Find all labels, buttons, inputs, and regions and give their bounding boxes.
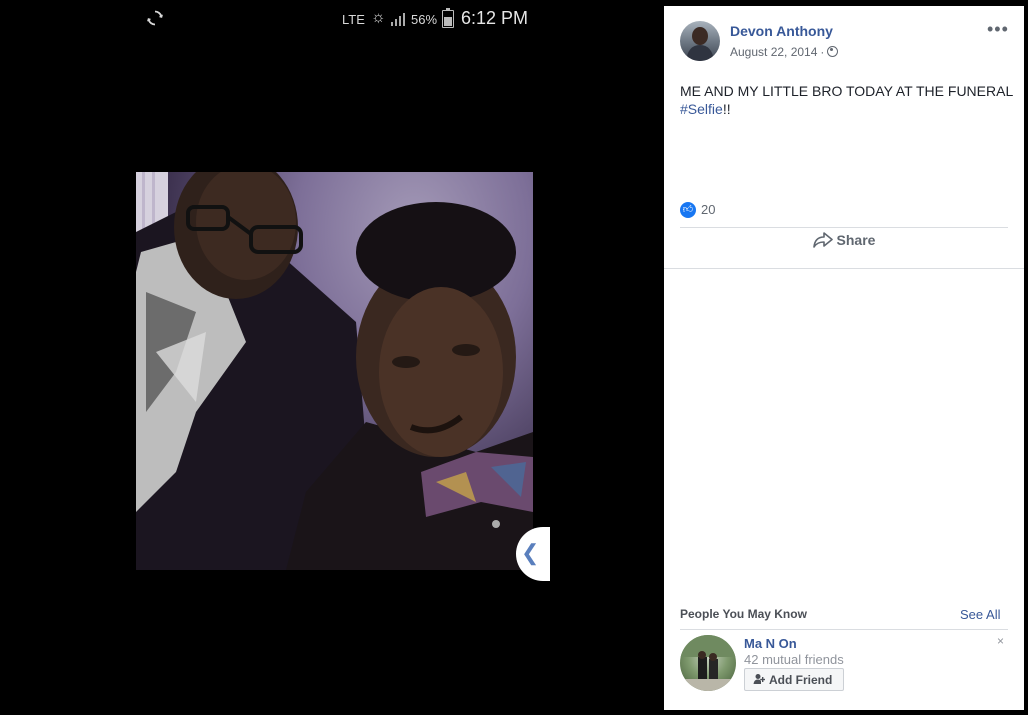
share-label: Share — [836, 232, 876, 248]
sync-icon — [147, 10, 163, 26]
add-friend-label: Add Friend — [769, 673, 833, 687]
post-text-suffix: !! — [722, 101, 731, 117]
photo-illustration — [136, 172, 533, 570]
photo-viewer: LTE ☼ 56% 6:12 PM ❮ — [0, 0, 664, 715]
phone-status-bar: LTE ☼ 56% 6:12 PM — [140, 6, 532, 32]
date-separator: · — [820, 45, 825, 59]
share-button[interactable]: Share — [680, 232, 1008, 264]
network-type: LTE — [342, 12, 365, 27]
signal-icon — [391, 13, 405, 26]
see-all-link[interactable]: See All — [960, 607, 1000, 622]
globe-icon[interactable] — [827, 46, 839, 57]
post-body: ME AND MY LITTLE BRO TODAY AT THE FUNERA… — [680, 82, 1014, 118]
divider — [680, 629, 1008, 630]
brightness-icon: ☼ — [371, 9, 386, 26]
battery-percent: 56% — [411, 12, 438, 27]
like-icon: 👍︎ — [680, 202, 696, 218]
divider — [680, 227, 1008, 228]
post-date-text[interactable]: August 22, 2014 — [730, 45, 817, 59]
suggested-friend-name[interactable]: Ma N On — [744, 636, 797, 651]
mutual-friends-count[interactable]: 42 mutual friends — [744, 652, 844, 667]
people-you-may-know-title: People You May Know — [680, 607, 807, 621]
dismiss-suggestion-button[interactable]: × — [997, 634, 1004, 648]
chevron-left-icon: ❮ — [521, 540, 540, 565]
hashtag-link[interactable]: #Selfie — [680, 101, 723, 117]
status-time: 6:12 PM — [461, 8, 529, 28]
add-friend-icon — [753, 674, 765, 684]
author-avatar[interactable] — [680, 21, 720, 61]
author-name-link[interactable]: Devon Anthony — [730, 23, 833, 39]
add-friend-button[interactable]: Add Friend — [744, 668, 844, 691]
battery-icon — [442, 8, 454, 28]
divider — [664, 268, 1024, 269]
post-side-panel: Devon Anthony August 22, 2014 · ••• ME AN… — [664, 6, 1024, 710]
post-photo[interactable] — [136, 172, 533, 570]
like-count: 20 — [701, 202, 716, 217]
post-text-main: ME AND MY LITTLE BRO TODAY AT THE FUNERA… — [680, 83, 1014, 99]
post-timestamp: August 22, 2014 · — [730, 45, 839, 59]
share-icon — [812, 232, 833, 248]
suggested-friend-avatar[interactable] — [680, 635, 736, 691]
more-options-button[interactable]: ••• — [987, 19, 1009, 40]
